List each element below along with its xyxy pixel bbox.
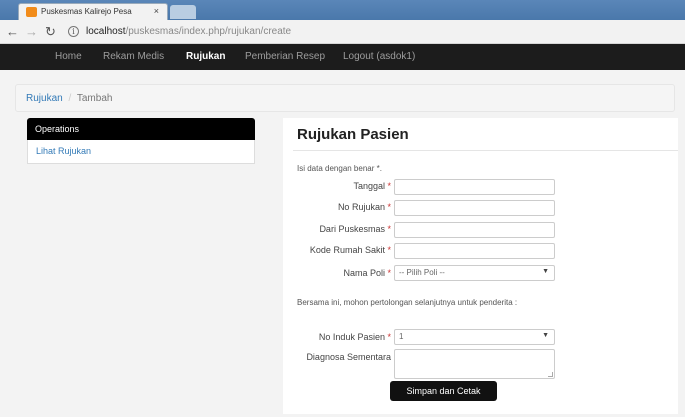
tanggal-label: Tanggal * — [353, 181, 391, 191]
chevron-down-icon: ▼ — [542, 332, 549, 339]
sidebar: Operations Lihat Rujukan — [27, 118, 255, 164]
diagnosa-sementara-textarea[interactable] — [394, 349, 555, 379]
kode-rumah-sakit-input[interactable] — [394, 243, 555, 259]
address-bar: ← → ↻ i localhost/puskesmas/index.php/ru… — [0, 20, 685, 44]
close-tab-icon[interactable]: × — [154, 6, 159, 16]
chevron-down-icon: ▼ — [542, 268, 549, 275]
nama-poli-selected: -- Pilih Poli -- — [399, 268, 445, 277]
breadcrumb-current: Tambah — [76, 93, 113, 104]
sidebar-heading: Operations — [27, 118, 255, 140]
breadcrumb-link-rujukan[interactable]: Rujukan — [26, 93, 63, 104]
nav-pemberian-resep[interactable]: Pemberian Resep — [245, 51, 325, 62]
dari-puskesmas-input[interactable] — [394, 222, 555, 238]
title-divider — [293, 150, 678, 151]
nama-poli-label: Nama Poli * — [343, 268, 391, 278]
nav-home[interactable]: Home — [55, 51, 82, 62]
nav-rekam-medis[interactable]: Rekam Medis — [103, 51, 164, 62]
sidebar-item-lihat-rujukan[interactable]: Lihat Rujukan — [27, 140, 255, 164]
reload-icon[interactable]: ↻ — [45, 24, 56, 40]
no-induk-pasien-selected: 1 — [399, 332, 404, 341]
browser-tab[interactable]: Puskesmas Kalirejo Pesa × — [18, 3, 168, 20]
no-induk-pasien-select[interactable]: 1 ▼ — [394, 329, 555, 345]
url-path: /puskesmas/index.php/rujukan/create — [125, 26, 292, 37]
no-induk-pasien-label: No Induk Pasien * — [318, 332, 391, 342]
info-icon[interactable]: i — [68, 26, 79, 37]
tab-title: Puskesmas Kalirejo Pesa — [41, 7, 132, 16]
url-host: localhost — [86, 26, 126, 37]
new-tab-button[interactable] — [170, 5, 196, 19]
breadcrumb-separator: / — [68, 93, 72, 104]
nav-rujukan[interactable]: Rujukan — [186, 51, 225, 62]
dari-puskesmas-label: Dari Puskesmas * — [319, 224, 391, 234]
required-note: Isi data dengan benar *. — [297, 164, 382, 173]
simpan-dan-cetak-button[interactable]: Simpan dan Cetak — [390, 381, 497, 401]
diagnosa-sementara-label: Diagnosa Sementara — [306, 352, 391, 362]
browser-tab-bar: Puskesmas Kalirejo Pesa × — [0, 0, 685, 20]
forward-arrow-icon[interactable]: → — [25, 24, 38, 39]
patient-note: Bersama ini, mohon pertolongan selanjutn… — [297, 298, 518, 307]
no-rujukan-label: No Rujukan * — [337, 202, 391, 212]
main-navbar: Home Rekam Medis Rujukan Pemberian Resep… — [0, 44, 685, 70]
no-rujukan-input[interactable] — [394, 200, 555, 216]
back-arrow-icon[interactable]: ← — [6, 24, 19, 39]
breadcrumb: Rujukan / Tambah — [15, 84, 675, 112]
tanggal-input[interactable] — [394, 179, 555, 195]
favicon-icon — [26, 7, 37, 17]
kode-rumah-sakit-label: Kode Rumah Sakit * — [309, 245, 391, 255]
form-panel: Rujukan Pasien Isi data dengan benar *. … — [283, 118, 678, 414]
resize-handle-icon[interactable] — [548, 372, 553, 377]
nama-poli-select[interactable]: -- Pilih Poli -- ▼ — [394, 265, 555, 281]
url-field[interactable]: localhost/puskesmas/index.php/rujukan/cr… — [86, 26, 291, 37]
page-title: Rujukan Pasien — [297, 126, 409, 143]
nav-logout[interactable]: Logout (asdok1) — [343, 51, 415, 62]
